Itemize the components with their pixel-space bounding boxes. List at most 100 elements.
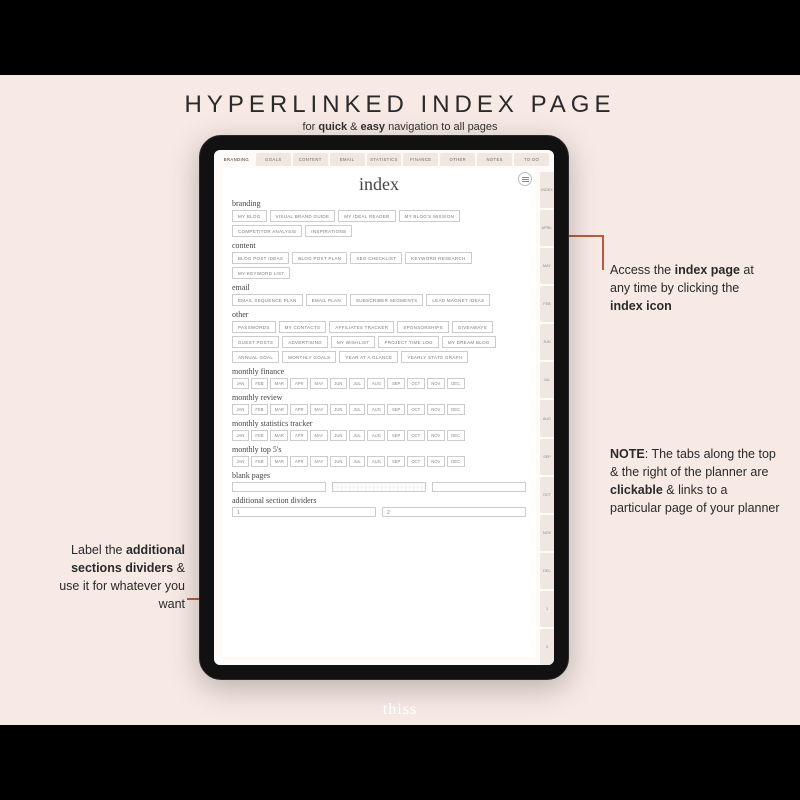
index-link[interactable]: COMPETITOR ANALYSIS: [232, 225, 302, 237]
month-link[interactable]: FEB: [251, 378, 268, 389]
side-tab[interactable]: INDEX: [540, 172, 554, 208]
side-tab[interactable]: AUG: [540, 400, 554, 436]
top-tab[interactable]: NOTES: [477, 153, 512, 166]
top-tab[interactable]: EMAIL: [330, 153, 365, 166]
index-link[interactable]: BLOG POST PLAN: [292, 252, 347, 264]
month-link[interactable]: DEC: [447, 404, 465, 415]
top-tab[interactable]: OTHER: [440, 153, 475, 166]
month-link[interactable]: OCT: [407, 456, 425, 467]
month-link[interactable]: NOV: [427, 378, 445, 389]
index-link[interactable]: YEAR AT A GLANCE: [339, 351, 398, 363]
top-tab[interactable]: BRANDING: [219, 153, 254, 166]
side-tab[interactable]: JUL: [540, 362, 554, 398]
blank-page-link[interactable]: [232, 482, 326, 492]
divider-link[interactable]: 1: [232, 507, 376, 517]
month-link[interactable]: MAR: [270, 404, 288, 415]
month-link[interactable]: DEC: [447, 430, 465, 441]
side-tab[interactable]: JUN: [540, 324, 554, 360]
month-link[interactable]: APR: [290, 456, 308, 467]
month-link[interactable]: SEP: [387, 430, 404, 441]
month-link[interactable]: AUG: [367, 404, 385, 415]
month-link[interactable]: APR: [290, 378, 308, 389]
month-link[interactable]: OCT: [407, 430, 425, 441]
month-link[interactable]: AUG: [367, 456, 385, 467]
side-tab[interactable]: 1: [540, 591, 554, 627]
side-tab[interactable]: APRIL: [540, 210, 554, 246]
month-link[interactable]: JAN: [232, 378, 249, 389]
side-tab[interactable]: SEP: [540, 439, 554, 475]
month-link[interactable]: JUN: [330, 456, 347, 467]
index-icon[interactable]: [518, 172, 532, 186]
index-link[interactable]: MY WISHLIST: [331, 336, 375, 348]
month-link[interactable]: AUG: [367, 430, 385, 441]
month-link[interactable]: JAN: [232, 430, 249, 441]
month-link[interactable]: JAN: [232, 456, 249, 467]
index-link[interactable]: MONTHLY GOALS: [282, 351, 336, 363]
top-tab[interactable]: CONTENT: [293, 153, 328, 166]
index-link[interactable]: LEAD MAGNET IDEAS: [426, 294, 490, 306]
side-tab[interactable]: NOV: [540, 515, 554, 551]
index-link[interactable]: PASSWORDS: [232, 321, 276, 333]
month-link[interactable]: NOV: [427, 456, 445, 467]
month-link[interactable]: APR: [290, 404, 308, 415]
index-link[interactable]: MY BLOG'S MISSION: [399, 210, 461, 222]
index-link[interactable]: MY KEYWORD LIST: [232, 267, 290, 279]
month-link[interactable]: MAY: [310, 378, 328, 389]
month-link[interactable]: JUL: [349, 430, 365, 441]
month-link[interactable]: FEB: [251, 430, 268, 441]
index-link[interactable]: ANNUAL GOAL: [232, 351, 279, 363]
month-link[interactable]: DEC: [447, 378, 465, 389]
month-link[interactable]: JUL: [349, 456, 365, 467]
month-link[interactable]: JUN: [330, 404, 347, 415]
month-link[interactable]: JUN: [330, 378, 347, 389]
month-link[interactable]: MAR: [270, 378, 288, 389]
month-link[interactable]: OCT: [407, 404, 425, 415]
top-tab[interactable]: STATISTICS: [367, 153, 402, 166]
month-link[interactable]: JUN: [330, 430, 347, 441]
month-link[interactable]: FEB: [251, 404, 268, 415]
month-link[interactable]: SEP: [387, 378, 404, 389]
top-tab[interactable]: FINANCE: [403, 153, 438, 166]
index-link[interactable]: BLOG POST IDEAS: [232, 252, 289, 264]
month-link[interactable]: JUL: [349, 378, 365, 389]
index-link[interactable]: VISUAL BRAND GUIDE: [270, 210, 336, 222]
index-link[interactable]: INSPIRATIONS: [305, 225, 352, 237]
month-link[interactable]: MAR: [270, 456, 288, 467]
side-tab[interactable]: 2: [540, 629, 554, 665]
index-link[interactable]: EMAIL PLAN: [306, 294, 347, 306]
month-link[interactable]: NOV: [427, 404, 445, 415]
index-link[interactable]: MY DREAM BLOG: [442, 336, 496, 348]
index-link[interactable]: EMAIL SEQUENCE PLAN: [232, 294, 303, 306]
index-link[interactable]: MY BLOG: [232, 210, 267, 222]
month-link[interactable]: MAY: [310, 430, 328, 441]
month-link[interactable]: MAY: [310, 404, 328, 415]
index-link[interactable]: AFFILIATES TRACKER: [329, 321, 394, 333]
side-tab[interactable]: OCT: [540, 477, 554, 513]
month-link[interactable]: MAY: [310, 456, 328, 467]
side-tab[interactable]: MAY: [540, 248, 554, 284]
index-link[interactable]: MY CONTACTS: [279, 321, 327, 333]
index-link[interactable]: SPONSORSHIPS: [397, 321, 449, 333]
month-link[interactable]: FEB: [251, 456, 268, 467]
index-link[interactable]: SUBSCRIBER SEGMENTS: [350, 294, 423, 306]
month-link[interactable]: JUL: [349, 404, 365, 415]
blank-page-link[interactable]: [432, 482, 526, 492]
index-link[interactable]: YEARLY STATS GRAPH: [401, 351, 468, 363]
index-link[interactable]: PROJECT TIME LOG: [378, 336, 438, 348]
month-link[interactable]: SEP: [387, 456, 404, 467]
top-tab[interactable]: GOALS: [256, 153, 291, 166]
month-link[interactable]: SEP: [387, 404, 404, 415]
month-link[interactable]: AUG: [367, 378, 385, 389]
index-link[interactable]: SEO CHECKLIST: [350, 252, 402, 264]
month-link[interactable]: DEC: [447, 456, 465, 467]
month-link[interactable]: JAN: [232, 404, 249, 415]
month-link[interactable]: MAR: [270, 430, 288, 441]
month-link[interactable]: APR: [290, 430, 308, 441]
divider-link[interactable]: 2: [382, 507, 526, 517]
month-link[interactable]: OCT: [407, 378, 425, 389]
month-link[interactable]: NOV: [427, 430, 445, 441]
side-tab[interactable]: DEC: [540, 553, 554, 589]
side-tab[interactable]: FEB: [540, 286, 554, 322]
index-link[interactable]: GIVEAWAYS: [452, 321, 493, 333]
index-link[interactable]: ADVERTISING: [282, 336, 328, 348]
